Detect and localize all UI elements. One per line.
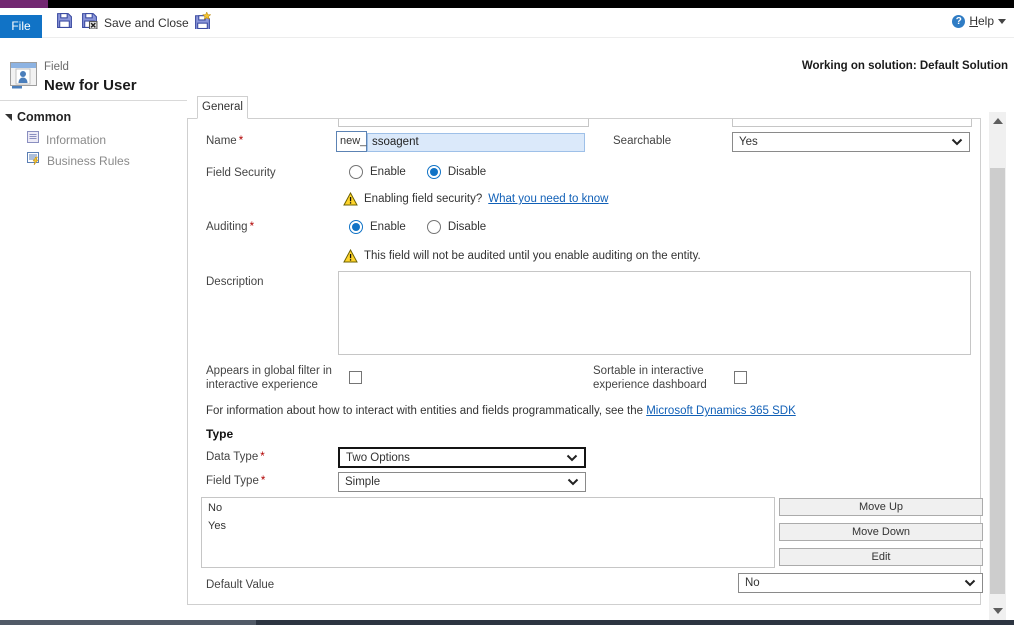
file-menu-button[interactable]: File <box>0 15 42 38</box>
form-panel: Name* new_ ssoagent Searchable Yes Field… <box>187 118 981 605</box>
scroll-down-icon[interactable] <box>993 608 1003 614</box>
information-icon <box>26 130 40 149</box>
auditing-radio-group: Enable Disable <box>349 220 500 234</box>
sidebar-item-business-rules[interactable]: Business Rules <box>26 151 130 170</box>
name-input[interactable]: ssoagent <box>367 133 585 152</box>
warning-icon <box>343 249 358 263</box>
field-security-help-link[interactable]: What you need to know <box>488 193 608 205</box>
save-icon[interactable] <box>56 12 73 29</box>
entity-form-icon <box>9 60 39 94</box>
default-value-select[interactable]: No <box>738 573 983 593</box>
field-type-label: Field Type* <box>206 475 265 487</box>
warning-icon <box>343 192 358 206</box>
field-security-enable-label[interactable]: Enable <box>370 166 406 178</box>
sdk-link[interactable]: Microsoft Dynamics 365 SDK <box>646 405 796 417</box>
sidebar-item-label: Business Rules <box>47 154 130 168</box>
auditing-disable-label[interactable]: Disable <box>448 221 486 233</box>
scrollbar-thumb[interactable] <box>990 168 1005 594</box>
chevron-down-icon <box>567 478 579 486</box>
description-label: Description <box>206 276 264 288</box>
business-rules-icon <box>26 151 41 170</box>
application-window: File Save and Close ? Help Field New for… <box>0 0 1014 626</box>
field-security-enable-radio[interactable] <box>349 165 363 179</box>
field-security-label: Field Security <box>206 167 276 179</box>
field-security-disable-label[interactable]: Disable <box>448 166 486 178</box>
auditing-warning: This field will not be audited until you… <box>343 249 701 263</box>
move-down-button[interactable]: Move Down <box>779 523 983 541</box>
chevron-down-icon <box>566 454 578 462</box>
sortable-label: Sortable in interactive experience dashb… <box>593 364 719 392</box>
name-label: Name* <box>206 135 243 147</box>
tab-general[interactable]: General <box>197 96 248 119</box>
clipped-input-above-right[interactable] <box>732 119 972 127</box>
sidebar-item-information[interactable]: Information <box>26 130 106 149</box>
chevron-down-icon <box>951 138 963 146</box>
help-icon: ? <box>952 15 965 28</box>
bottom-strip-left-segment <box>0 620 256 625</box>
help-menu[interactable]: ? Help <box>952 14 1006 28</box>
save-new-icon[interactable] <box>194 12 211 29</box>
two-options-listbox[interactable]: No Yes <box>201 497 775 568</box>
field-type-select[interactable]: Simple <box>338 472 586 492</box>
working-on-solution-label: Working on solution: Default Solution <box>802 60 1008 72</box>
auditing-enable-label[interactable]: Enable <box>370 221 406 233</box>
entity-type-label: Field <box>44 61 69 73</box>
sdk-info-text: For information about how to interact wi… <box>206 405 796 417</box>
data-type-select[interactable]: Two Options <box>338 447 586 468</box>
searchable-select[interactable]: Yes <box>732 132 970 152</box>
collapse-triangle-icon <box>5 114 12 121</box>
field-security-disable-radio[interactable] <box>427 165 441 179</box>
default-value-label: Default Value <box>206 579 274 591</box>
sidebar-group-label: Common <box>17 110 71 124</box>
auditing-label: Auditing* <box>206 221 254 233</box>
page-title: New for User <box>44 77 137 94</box>
list-item[interactable]: No <box>202 498 774 516</box>
data-type-label: Data Type* <box>206 451 265 463</box>
edit-button[interactable]: Edit <box>779 548 983 566</box>
type-section-heading: Type <box>206 427 233 441</box>
name-prefix-field[interactable]: new_ <box>336 131 367 152</box>
brand-purple-strip <box>0 0 48 8</box>
required-marker: * <box>239 135 243 147</box>
global-filter-label: Appears in global filter in interactive … <box>206 364 340 392</box>
sortable-checkbox[interactable] <box>734 371 747 384</box>
description-textarea[interactable] <box>338 271 971 355</box>
field-security-radio-group: Enable Disable <box>349 165 500 179</box>
vertical-scrollbar[interactable] <box>989 112 1006 620</box>
command-toolbar: File Save and Close ? Help <box>0 8 1014 38</box>
clipped-input-above-left[interactable] <box>338 119 589 127</box>
global-filter-checkbox[interactable] <box>349 371 362 384</box>
field-security-warning: Enabling field security? What you need t… <box>343 192 608 206</box>
auditing-disable-radio[interactable] <box>427 220 441 234</box>
required-marker: * <box>261 475 265 487</box>
help-label: Help <box>969 14 994 28</box>
bottom-status-strip <box>0 620 1014 625</box>
required-marker: * <box>250 221 254 233</box>
chevron-down-icon <box>964 579 976 587</box>
sidebar-item-label: Information <box>46 133 106 147</box>
save-and-close-icon[interactable] <box>81 12 98 29</box>
save-and-close-label[interactable]: Save and Close <box>104 16 189 30</box>
sidebar-group-common[interactable]: Common <box>5 110 71 124</box>
list-item[interactable]: Yes <box>202 516 774 534</box>
help-caret-icon <box>998 19 1006 24</box>
required-marker: * <box>260 451 264 463</box>
scroll-up-icon[interactable] <box>993 118 1003 124</box>
searchable-label: Searchable <box>613 135 671 147</box>
top-window-strip <box>0 0 1014 8</box>
move-up-button[interactable]: Move Up <box>779 498 983 516</box>
header-divider <box>0 100 187 101</box>
auditing-enable-radio[interactable] <box>349 220 363 234</box>
